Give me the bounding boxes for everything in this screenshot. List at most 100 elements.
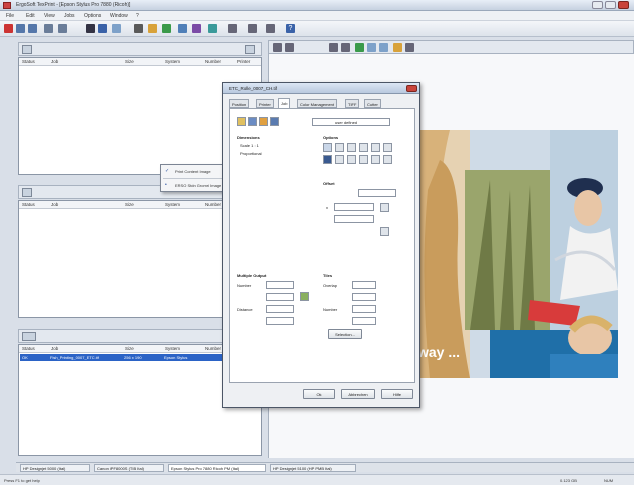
cancel-button[interactable]: Abbrechen	[341, 389, 375, 399]
done-button[interactable]	[22, 332, 36, 341]
col-size[interactable]: Size	[125, 202, 134, 207]
menu-edit[interactable]: Edit	[26, 13, 35, 19]
orient2-icon[interactable]	[248, 117, 257, 126]
center-icon[interactable]	[371, 143, 380, 152]
fit-icon[interactable]	[367, 43, 376, 52]
orient-icon[interactable]	[237, 117, 246, 126]
menu-window[interactable]: Window	[110, 13, 128, 19]
color-icon[interactable]	[162, 24, 171, 33]
type-icon[interactable]	[347, 155, 356, 164]
help-icon[interactable]: ?	[286, 24, 295, 33]
offset-x-stepper[interactable]	[380, 203, 389, 212]
tiles-y-field[interactable]	[352, 317, 376, 325]
layout-icon[interactable]	[98, 24, 107, 33]
preview-icon[interactable]	[355, 43, 364, 52]
dropdown-icon[interactable]	[228, 24, 237, 33]
col-number[interactable]: Number	[205, 59, 221, 64]
tab-job[interactable]: Job	[278, 98, 291, 108]
overlap-y-field[interactable]	[352, 293, 376, 301]
zoom-icon[interactable]	[266, 24, 275, 33]
info-icon[interactable]	[393, 43, 402, 52]
print-icon[interactable]	[134, 24, 143, 33]
copies2-field[interactable]	[266, 293, 294, 301]
orient4-icon[interactable]	[270, 117, 279, 126]
col-status[interactable]: Status	[22, 59, 35, 64]
col-job[interactable]: Job	[51, 202, 58, 207]
offset-y-field[interactable]	[334, 215, 374, 223]
queue-print-button[interactable]	[22, 45, 32, 54]
offset-select[interactable]	[358, 189, 396, 197]
dialog-close-button[interactable]	[406, 85, 417, 92]
fit-page-icon[interactable]	[383, 143, 392, 152]
view-icon[interactable]	[248, 24, 257, 33]
proportional-option[interactable]: Proportional	[240, 151, 262, 156]
menu-view[interactable]: View	[44, 13, 55, 19]
settings-icon[interactable]	[208, 24, 217, 33]
stop-icon[interactable]	[4, 24, 13, 33]
grid-icon[interactable]	[178, 24, 187, 33]
offset-x-field[interactable]	[334, 203, 374, 211]
menu-item-print-content[interactable]: Print Content Image	[175, 169, 211, 174]
tab-printer[interactable]: Printer	[256, 99, 274, 108]
folder-icon[interactable]	[148, 24, 157, 33]
tiles-x-field[interactable]	[352, 305, 376, 313]
col-printer[interactable]: Printer	[237, 59, 250, 64]
options-icon[interactable]	[405, 43, 414, 52]
text-icon[interactable]	[323, 155, 332, 164]
mirror-icon[interactable]	[335, 143, 344, 152]
col-job[interactable]: Job	[51, 346, 58, 351]
mark-icon[interactable]	[371, 155, 380, 164]
close-button[interactable]	[618, 1, 629, 9]
col-size[interactable]: Size	[125, 59, 134, 64]
selection-button[interactable]: Selection...	[328, 329, 362, 339]
distance-x-field[interactable]	[266, 305, 294, 313]
menu-file[interactable]: File	[6, 13, 14, 19]
minimize-button[interactable]	[592, 1, 603, 9]
margin-icon[interactable]	[335, 155, 344, 164]
ok-button[interactable]: Ok	[303, 389, 335, 399]
user-icon[interactable]	[86, 24, 95, 33]
up-icon[interactable]	[383, 155, 392, 164]
col-size[interactable]: Size	[125, 346, 134, 351]
tab-tiff[interactable]: TIFF	[345, 99, 360, 108]
printing-button[interactable]	[22, 188, 32, 197]
copies-lock-icon[interactable]	[300, 292, 309, 301]
scale-option[interactable]: Scale 1 : 1	[240, 143, 259, 148]
tab-printer-canon[interactable]: Canon iPF8000S (TIB Ital)	[94, 464, 164, 472]
back-icon[interactable]	[16, 24, 25, 33]
orient3-icon[interactable]	[259, 117, 268, 126]
help-button[interactable]: Hilfe	[381, 389, 413, 399]
menu-jobs[interactable]: Jobs	[64, 13, 75, 19]
zoom-in-icon[interactable]	[379, 43, 388, 52]
nav-icon[interactable]	[44, 24, 53, 33]
tab-printer-epson[interactable]: Epson Stylus Pro 7880 Ricoh PM (Ital)	[168, 464, 266, 472]
overlap-x-field[interactable]	[352, 281, 376, 289]
rotate-icon[interactable]	[323, 143, 332, 152]
col-job[interactable]: Job	[51, 59, 58, 64]
distance-y-field[interactable]	[266, 317, 294, 325]
align-icon[interactable]	[359, 155, 368, 164]
forward-icon[interactable]	[28, 24, 37, 33]
flip-icon[interactable]	[347, 143, 356, 152]
last-icon[interactable]	[341, 43, 350, 52]
preset-field[interactable]: user defined	[312, 118, 390, 126]
maximize-button[interactable]	[605, 1, 616, 9]
crop-icon[interactable]	[359, 143, 368, 152]
tab-color-management[interactable]: Color Management	[297, 99, 338, 108]
first-icon[interactable]	[329, 43, 338, 52]
col-status[interactable]: Status	[22, 346, 35, 351]
menu-options[interactable]: Options	[84, 13, 101, 19]
prev-icon[interactable]	[273, 43, 282, 52]
tab-cutter[interactable]: Cutter	[364, 99, 381, 108]
col-system[interactable]: System	[165, 346, 180, 351]
col-system[interactable]: System	[165, 59, 180, 64]
tab-printer-hp5000[interactable]: HP Designjet 5000 (Ital)	[20, 464, 90, 472]
queue-menu-button[interactable]	[245, 45, 255, 54]
profile-icon[interactable]	[192, 24, 201, 33]
col-number[interactable]: Number	[205, 346, 221, 351]
tab-position[interactable]: Position	[229, 99, 250, 108]
col-system[interactable]: System	[165, 202, 180, 207]
col-number[interactable]: Number	[205, 202, 221, 207]
tab-printer-hp5100[interactable]: HP Designjet 5100 (HP PMB Ital)	[270, 464, 356, 472]
col-status[interactable]: Status	[22, 202, 35, 207]
